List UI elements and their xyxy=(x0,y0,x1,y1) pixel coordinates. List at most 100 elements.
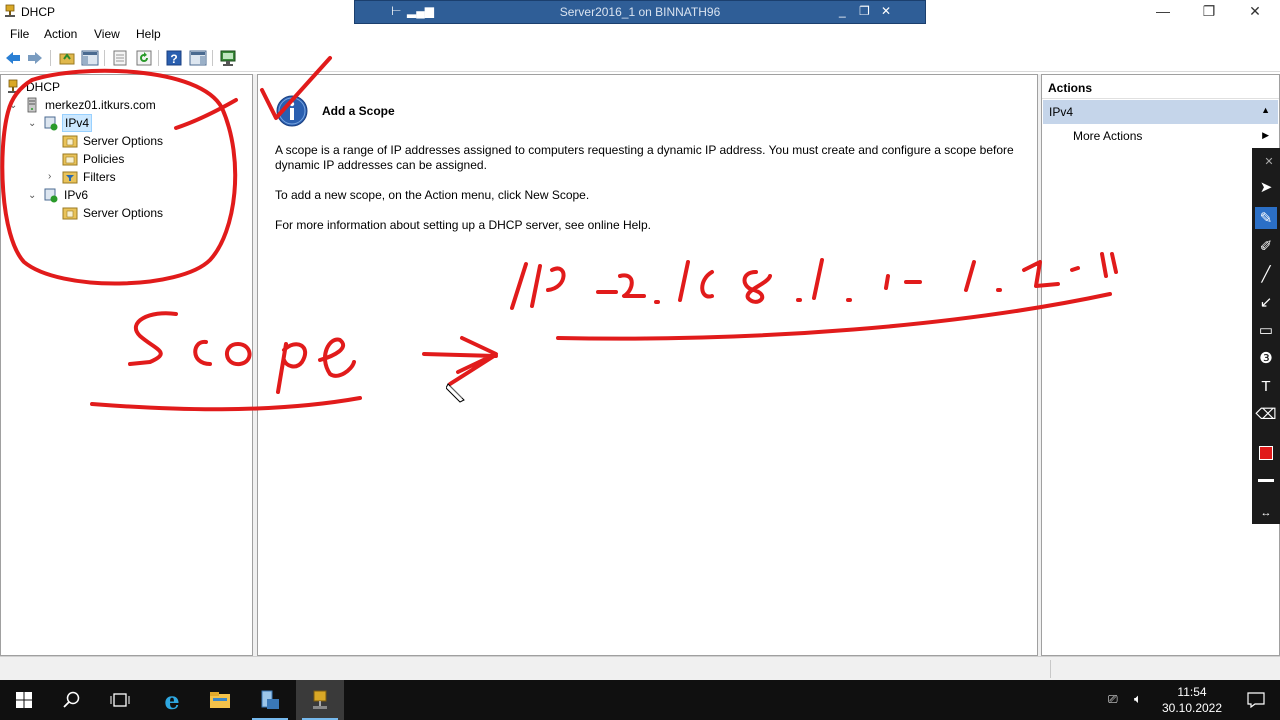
menu-action[interactable]: Action xyxy=(44,27,77,41)
expand-filters-chevron-icon[interactable]: › xyxy=(48,172,58,182)
server-options-folder-icon xyxy=(62,207,78,220)
rectangle-tool-icon[interactable]: ▭ xyxy=(1255,319,1277,341)
close-toolbar-icon[interactable]: ✕ xyxy=(1258,150,1280,172)
action-center-button[interactable] xyxy=(1232,680,1280,720)
pen-tool-icon[interactable]: ✎ xyxy=(1255,207,1277,229)
server-icon xyxy=(27,97,37,113)
collapse-ipv6-chevron-icon[interactable]: ⌄ xyxy=(28,191,38,201)
actions-pane: Actions IPv4 ▲ More Actions ▶ xyxy=(1041,74,1280,656)
actions-header: Actions xyxy=(1042,75,1279,99)
close-button[interactable]: ✕ xyxy=(1232,0,1278,24)
tree-label-ipv6: IPv6 xyxy=(64,188,89,202)
windows-logo-icon xyxy=(16,692,32,708)
tree-node-policies[interactable]: Policies xyxy=(62,150,126,168)
clock-date: 30.10.2022 xyxy=(1161,701,1223,715)
menu-bar: File Action View Help xyxy=(0,24,1280,44)
pen-cursor-icon xyxy=(446,383,465,403)
ipv4-icon xyxy=(44,116,58,131)
menu-file[interactable]: File xyxy=(10,27,29,41)
tree-node-ipv4-server-options[interactable]: Server Options xyxy=(62,132,165,150)
submenu-arrow-icon: ▶ xyxy=(1262,130,1269,140)
network-icon[interactable]: ⎚ xyxy=(1108,692,1118,707)
arrow-tool-icon[interactable]: ↙ xyxy=(1255,291,1277,313)
menu-help[interactable]: Help xyxy=(136,27,161,41)
toolbar-separator xyxy=(104,50,105,66)
ipv6-icon xyxy=(44,188,58,203)
menu-view[interactable]: View xyxy=(94,27,120,41)
highlighter-tool-icon[interactable]: ✐ xyxy=(1255,235,1277,257)
dhcp-taskbar-icon xyxy=(313,690,327,709)
text-tool-icon[interactable]: T xyxy=(1255,375,1277,397)
taskbar-dhcp[interactable] xyxy=(296,680,344,720)
status-divider xyxy=(1050,660,1051,678)
collapse-server-chevron-icon[interactable]: ⌄ xyxy=(9,101,19,111)
taskbar-server-manager[interactable] xyxy=(246,680,294,720)
clock-time: 11:54 xyxy=(1177,685,1207,699)
tree-node-ipv6[interactable]: IPv6 xyxy=(43,186,90,204)
toolbar-separator xyxy=(212,50,213,66)
minimize-button[interactable]: — xyxy=(1140,0,1186,24)
internet-explorer-icon: e xyxy=(164,685,180,715)
tree-node-ipv4[interactable]: IPv4 xyxy=(43,114,93,132)
refresh-icon[interactable] xyxy=(135,49,153,67)
toolbar: ? xyxy=(0,44,1280,72)
notification-icon xyxy=(1247,692,1265,708)
taskbar-internet-explorer[interactable]: e xyxy=(148,680,196,720)
expand-toolbar-icon[interactable]: ↔ xyxy=(1255,502,1277,524)
numbering-tool-icon[interactable]: ❸ xyxy=(1255,347,1277,369)
page-heading: Add a Scope xyxy=(322,104,395,118)
more-actions-item[interactable]: More Actions xyxy=(1073,129,1142,143)
taskbar-clock[interactable]: 11:54 30.10.2022 xyxy=(1152,684,1232,716)
tree-label-filters: Filters xyxy=(83,170,116,184)
filters-icon xyxy=(62,171,78,184)
scope-description: A scope is a range of IP addresses assig… xyxy=(275,143,1014,172)
color-swatch-red[interactable] xyxy=(1255,442,1277,464)
taskbar-file-explorer[interactable] xyxy=(196,680,244,720)
status-bar xyxy=(0,656,1280,680)
export-list-icon[interactable] xyxy=(111,49,129,67)
show-hide-console-tree-icon[interactable] xyxy=(81,49,99,67)
rdp-close-icon[interactable]: ✕ xyxy=(881,4,891,18)
task-view-button[interactable] xyxy=(96,680,144,720)
search-button[interactable] xyxy=(48,680,96,720)
toolbar-separator xyxy=(50,50,51,66)
annotation-toolbar: ✕ ➤ ✎ ✐ ╱ ↙ ▭ ❸ T ⌫ ↔ xyxy=(1252,148,1280,524)
back-icon[interactable] xyxy=(4,49,22,67)
show-hide-action-pane-icon[interactable] xyxy=(189,49,207,67)
tree-label-server: merkez01.itkurs.com xyxy=(45,98,156,112)
volume-muted-icon[interactable]: 🔈︎ xyxy=(1134,691,1142,707)
monitor-icon[interactable] xyxy=(219,49,237,67)
help-icon[interactable]: ? xyxy=(165,49,183,67)
actions-section-ipv4[interactable]: IPv4 ▲ xyxy=(1043,100,1278,124)
eraser-tool-icon[interactable]: ⌫ xyxy=(1255,403,1277,425)
rdp-restore-icon[interactable]: ❐ xyxy=(859,4,870,18)
tree-label-policies: Policies xyxy=(83,152,125,166)
policies-folder-icon xyxy=(62,153,78,166)
server-options-folder-icon xyxy=(62,135,78,148)
tree-node-dhcp-root[interactable]: DHCP xyxy=(5,78,62,96)
toolbar-separator xyxy=(158,50,159,66)
info-icon xyxy=(276,95,308,127)
forward-icon[interactable] xyxy=(26,49,44,67)
stroke-width-icon[interactable] xyxy=(1255,469,1277,491)
tree-node-ipv6-server-options[interactable]: Server Options xyxy=(62,204,165,222)
tree-label-ipv4-server-options: Server Options xyxy=(83,134,164,148)
actions-section-label: IPv4 xyxy=(1049,105,1074,119)
tree-label-ipv6-server-options: Server Options xyxy=(83,206,164,220)
tree-node-filters[interactable]: Filters xyxy=(62,168,118,186)
svg-text:?: ? xyxy=(170,52,177,66)
collapse-ipv4-chevron-icon[interactable]: ⌄ xyxy=(28,119,38,129)
line-tool-icon[interactable]: ╱ xyxy=(1255,263,1277,285)
result-pane: Add a Scope A scope is a range of IP add… xyxy=(257,74,1038,656)
dhcp-root-icon xyxy=(8,79,18,93)
start-button[interactable] xyxy=(0,680,48,720)
restore-button[interactable]: ❐ xyxy=(1186,0,1232,24)
pointer-tool-icon[interactable]: ➤ xyxy=(1255,176,1277,198)
tree-node-server[interactable]: merkez01.itkurs.com xyxy=(24,96,158,114)
up-folder-icon[interactable] xyxy=(58,49,76,67)
rdp-minimize-icon[interactable]: _ xyxy=(839,4,846,18)
windows-taskbar: e ⎚ 🔈︎ 11:54 30.10.2022 xyxy=(0,680,1280,720)
window-title: DHCP xyxy=(21,5,56,19)
collapse-section-icon[interactable]: ▲ xyxy=(1261,105,1270,115)
dhcp-app-icon xyxy=(5,4,15,17)
